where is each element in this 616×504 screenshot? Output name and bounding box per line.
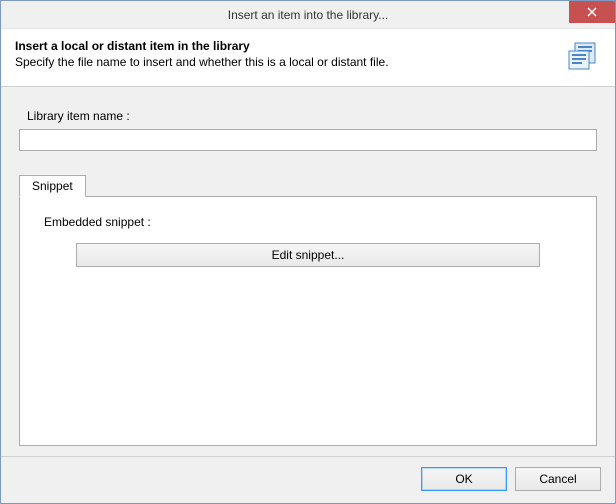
cancel-button[interactable]: Cancel xyxy=(515,467,601,491)
edit-snippet-button[interactable]: Edit snippet... xyxy=(76,243,540,267)
tab-area: Snippet Embedded snippet : Edit snippet.… xyxy=(19,175,597,446)
library-item-name-label: Library item name : xyxy=(27,109,597,123)
edit-snippet-button-label: Edit snippet... xyxy=(272,248,345,262)
tab-header: Snippet xyxy=(19,175,597,196)
window-title: Insert an item into the library... xyxy=(228,8,389,22)
dialog-body: Library item name : Snippet Embedded sni… xyxy=(1,87,615,456)
header-title: Insert a local or distant item in the li… xyxy=(15,39,389,53)
close-icon xyxy=(587,7,597,17)
close-button[interactable] xyxy=(569,1,615,23)
ok-button-label: OK xyxy=(455,472,472,486)
ok-button[interactable]: OK xyxy=(421,467,507,491)
tab-snippet[interactable]: Snippet xyxy=(19,175,86,197)
header-panel: Insert a local or distant item in the li… xyxy=(1,29,615,87)
library-icon xyxy=(567,39,601,74)
dialog-window: Insert an item into the library... Inser… xyxy=(0,0,616,504)
snippet-panel: Embedded snippet : Edit snippet... xyxy=(19,196,597,446)
dialog-footer: OK Cancel xyxy=(1,456,615,503)
header-text: Insert a local or distant item in the li… xyxy=(15,39,389,69)
titlebar: Insert an item into the library... xyxy=(1,1,615,29)
cancel-button-label: Cancel xyxy=(539,472,576,486)
library-item-name-input[interactable] xyxy=(19,129,597,151)
embedded-snippet-label: Embedded snippet : xyxy=(44,215,578,229)
tab-snippet-label: Snippet xyxy=(32,179,73,193)
header-description: Specify the file name to insert and whet… xyxy=(15,55,389,69)
